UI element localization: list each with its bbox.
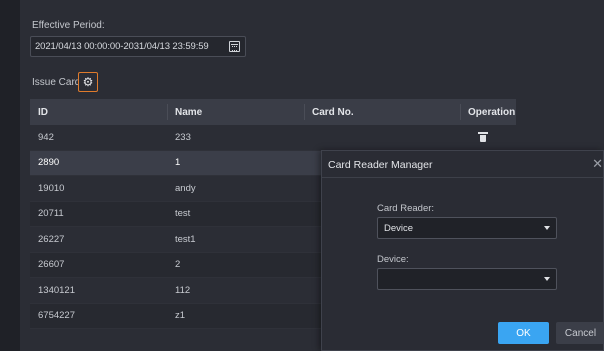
close-icon[interactable]: ✕ (592, 156, 603, 172)
card-reader-label: Card Reader: (377, 203, 435, 214)
chevron-down-icon (544, 226, 550, 230)
gear-icon: ⚙ (82, 75, 94, 89)
row-id: 6754227 (38, 310, 75, 322)
row-id: 1340121 (38, 284, 75, 296)
row-name: 233 (175, 131, 191, 143)
effective-period-field[interactable]: 2021/04/13 00:00:00-2031/04/13 23:59:59 (30, 36, 246, 57)
header-id: ID (38, 106, 48, 118)
row-id: 942 (38, 131, 54, 143)
effective-period-label: Effective Period: (32, 20, 105, 31)
column-divider (460, 104, 461, 120)
device-select[interactable] (377, 268, 557, 290)
column-divider (304, 104, 305, 120)
row-id: 26607 (38, 259, 65, 271)
header-name: Name (175, 106, 203, 118)
row-id: 19010 (38, 182, 65, 194)
calendar-icon[interactable] (229, 41, 240, 52)
effective-period-value: 2021/04/13 00:00:00-2031/04/13 23:59:59 (35, 41, 209, 52)
row-id: 2890 (38, 157, 60, 169)
issue-card-settings-button[interactable]: ⚙ (78, 72, 98, 92)
column-divider (167, 104, 168, 120)
row-name: andy (175, 182, 196, 194)
row-name: 1 (175, 157, 181, 169)
row-name: 112 (175, 284, 191, 296)
table-header: ID Name Card No. Operation (30, 99, 516, 125)
row-id: 20711 (38, 208, 64, 220)
issue-card-label: Issue Card (32, 77, 81, 88)
row-name: test (175, 208, 191, 220)
device-label: Device: (377, 254, 409, 265)
chevron-down-icon (544, 277, 550, 281)
card-reader-select[interactable]: Device (377, 217, 557, 239)
card-reader-value: Device (384, 223, 414, 234)
row-name: test1 (175, 233, 196, 245)
delete-icon[interactable] (478, 132, 488, 142)
row-id: 26227 (38, 233, 65, 245)
ok-button[interactable]: OK (498, 322, 549, 344)
cancel-button[interactable]: Cancel (556, 322, 604, 344)
dialog-header: Card Reader Manager ✕ (322, 151, 603, 178)
row-name: z1 (175, 310, 186, 322)
header-card-no: Card No. (312, 106, 354, 118)
row-name: 2 (175, 259, 181, 271)
table-row[interactable]: 942 233 (30, 125, 516, 151)
header-operation: Operation (468, 106, 516, 118)
card-reader-manager-dialog: Card Reader Manager ✕ Card Reader: Devic… (321, 150, 604, 351)
dialog-title: Card Reader Manager (328, 159, 433, 171)
